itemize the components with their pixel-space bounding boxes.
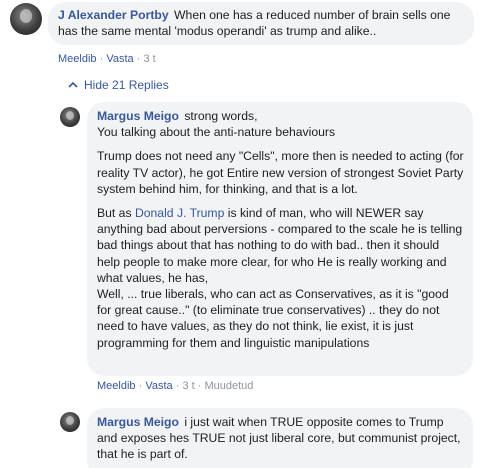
comment-bubble: J Alexander Portby When one has a reduce…: [48, 2, 474, 45]
avatar[interactable]: [10, 3, 42, 35]
reply-author[interactable]: Margus Meigo: [97, 109, 179, 123]
timestamp-link[interactable]: 3 t: [182, 380, 194, 392]
reply-paragraph-text: But as: [97, 206, 132, 221]
mention-link[interactable]: Donald J. Trump: [135, 206, 224, 220]
reply-text-line2: You talking about the anti-nature behavi…: [97, 125, 336, 140]
hide-replies-label: Hide 21 Replies: [84, 78, 169, 92]
reply-first-line: Margus Meigo strong words,: [97, 108, 465, 124]
avatar[interactable]: [60, 107, 80, 127]
comment-author[interactable]: J Alexander Portby: [58, 8, 169, 22]
timestamp-link[interactable]: 3 t: [143, 53, 155, 65]
reply-bubble: Margus Meigo strong words, You talking a…: [87, 102, 473, 376]
reply-paragraph: But as Donald J. Trump is kind of man, w…: [97, 205, 465, 351]
like-link[interactable]: Meeldib: [97, 380, 136, 392]
reply-text-line1: strong words,: [184, 109, 258, 123]
reply-actions: Meeldib · Vasta · 3 t · Muudetud: [97, 380, 253, 392]
comment-actions: Meeldib · Vasta · 3 t: [58, 53, 156, 65]
reply-bubble: Margus Meigo i just wait when TRUE oppos…: [87, 408, 473, 468]
reply-paragraph: Trump does not need any "Cells", more th…: [97, 149, 464, 196]
hide-replies-button[interactable]: Hide 21 Replies: [68, 78, 169, 92]
reply-link[interactable]: Vasta: [145, 380, 172, 392]
avatar[interactable]: [60, 412, 80, 432]
reply-link[interactable]: Vasta: [106, 53, 133, 65]
reply-author[interactable]: Margus Meigo: [97, 415, 179, 429]
reply-paragraph-text: Well, ... true liberals, who can act as …: [97, 287, 449, 350]
like-link[interactable]: Meeldib: [58, 53, 97, 65]
comments-thread: J Alexander Portby When one has a reduce…: [0, 0, 488, 468]
chevron-up-icon: [68, 80, 78, 91]
edited-label[interactable]: Muudetud: [204, 380, 253, 392]
